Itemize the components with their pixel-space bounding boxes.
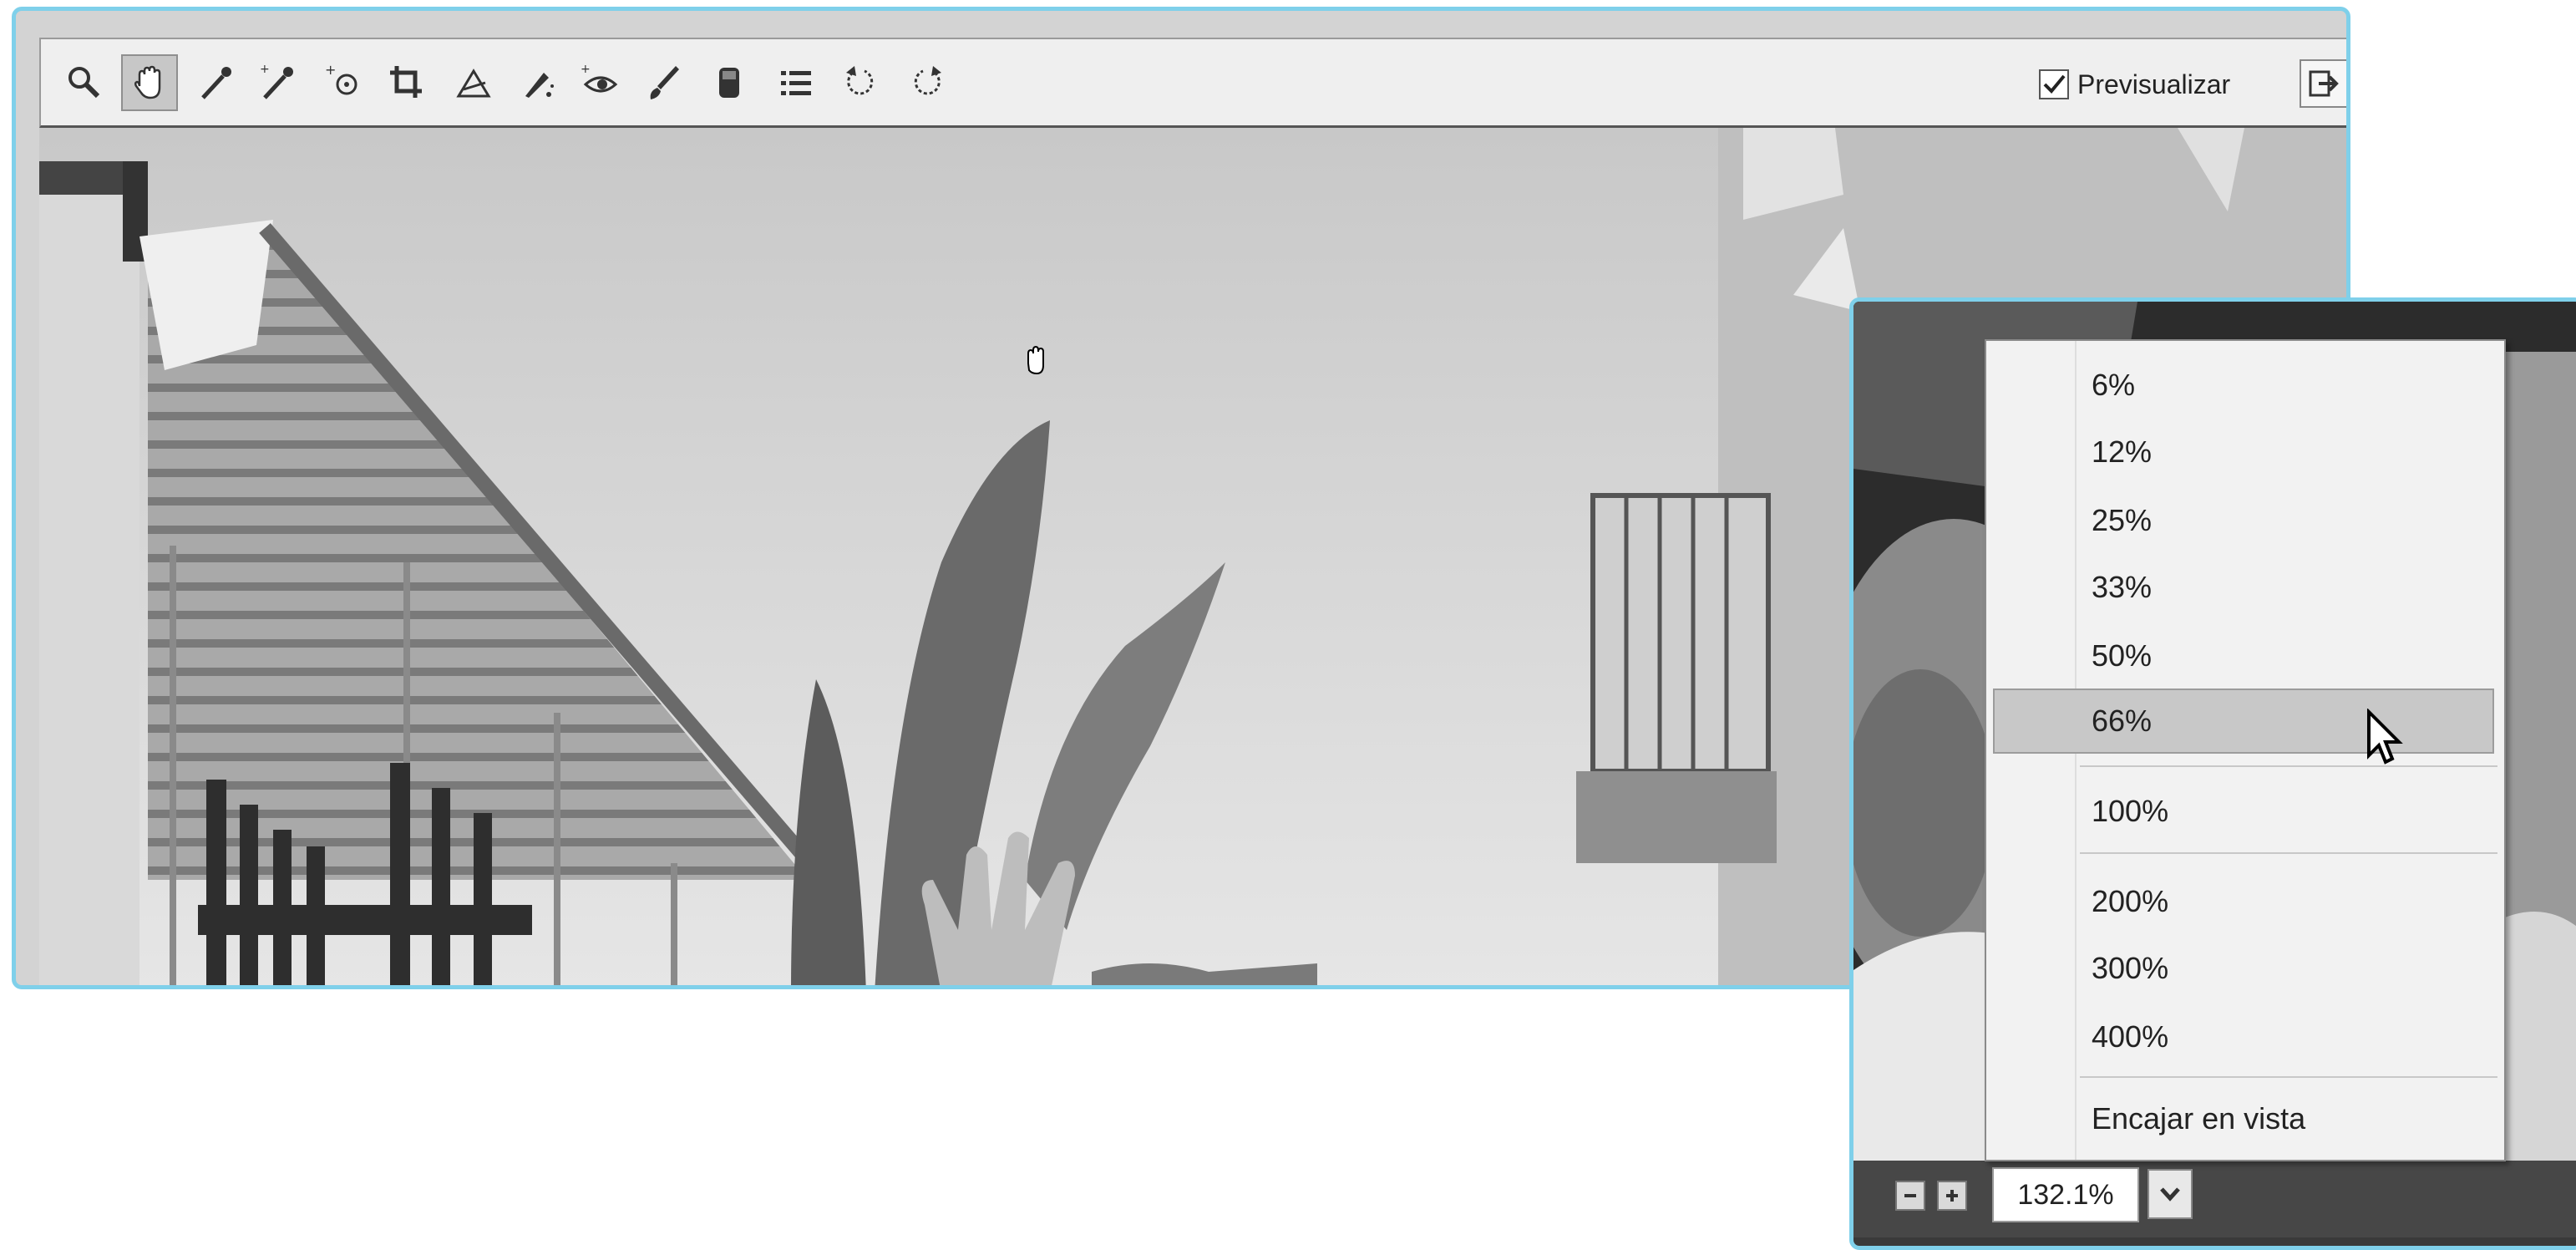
menu-separator bbox=[2080, 765, 2497, 767]
white-balance-tool-icon[interactable] bbox=[188, 54, 245, 111]
color-sampler-tool-icon[interactable]: + bbox=[250, 54, 307, 111]
spot-removal-tool-icon[interactable] bbox=[509, 54, 565, 111]
zoom-in-button[interactable] bbox=[1937, 1181, 1967, 1211]
menu-item-fit-in-view[interactable]: Encajar en vista bbox=[1986, 1091, 2504, 1146]
zoom-dropdown-button[interactable] bbox=[2148, 1169, 2193, 1219]
menu-item-66-selected[interactable]: 66% bbox=[1993, 689, 2494, 754]
graduated-filter-icon[interactable] bbox=[701, 54, 758, 111]
adjustment-brush-icon[interactable] bbox=[636, 54, 692, 111]
straighten-tool-icon[interactable] bbox=[445, 54, 502, 111]
menu-item-400[interactable]: 400% bbox=[1986, 1009, 2504, 1065]
zoom-level-field[interactable]: 132.1% bbox=[1992, 1167, 2139, 1222]
preview-label: Previsualizar bbox=[2077, 69, 2231, 99]
minus-icon bbox=[1904, 1194, 1916, 1197]
svg-text:+: + bbox=[325, 62, 336, 78]
toolbar: + + + Previsualizar bbox=[39, 38, 2346, 128]
crop-tool-icon[interactable] bbox=[378, 54, 435, 111]
chevron-down-icon bbox=[2160, 1187, 2180, 1202]
rotate-right-icon[interactable] bbox=[898, 54, 955, 111]
red-eye-removal-tool-icon[interactable]: + bbox=[572, 54, 629, 111]
hand-tool-icon[interactable] bbox=[121, 54, 178, 111]
targeted-adjustment-tool-icon[interactable]: + bbox=[317, 54, 373, 111]
plus-icon bbox=[1946, 1190, 1958, 1202]
menu-separator bbox=[2080, 852, 2497, 854]
preview-checkbox[interactable] bbox=[2039, 69, 2069, 99]
menu-item-200[interactable]: 200% bbox=[1986, 874, 2504, 929]
menu-item-6[interactable]: 6% bbox=[1986, 358, 2504, 413]
fullscreen-toggle-button[interactable] bbox=[2300, 59, 2346, 108]
menu-separator bbox=[2080, 1076, 2497, 1078]
svg-text:+: + bbox=[260, 63, 270, 76]
zoom-out-button[interactable] bbox=[1895, 1181, 1925, 1211]
mouse-pointer-icon bbox=[2367, 709, 2403, 765]
preview-toggle[interactable]: Previsualizar bbox=[2039, 59, 2230, 109]
menu-item-300[interactable]: 300% bbox=[1986, 941, 2504, 996]
zoom-tool-icon[interactable] bbox=[56, 54, 113, 111]
rotate-left-icon[interactable] bbox=[833, 54, 890, 111]
menu-item-50[interactable]: 50% bbox=[1986, 628, 2504, 683]
exit-arrow-icon bbox=[2309, 70, 2339, 97]
zoom-control-bar: 132.1% bbox=[1853, 1161, 2576, 1237]
menu-item-12[interactable]: 12% bbox=[1986, 424, 2504, 480]
svg-text:+: + bbox=[581, 63, 591, 76]
menu-item-25[interactable]: 25% bbox=[1986, 493, 2504, 548]
preferences-list-icon[interactable] bbox=[768, 54, 824, 111]
zoom-level-menu: 6% 12% 25% 33% 50% 66% 100% 200% 300% 40… bbox=[1985, 339, 2506, 1161]
menu-item-100[interactable]: 100% bbox=[1986, 784, 2504, 839]
menu-item-33[interactable]: 33% bbox=[1986, 560, 2504, 615]
